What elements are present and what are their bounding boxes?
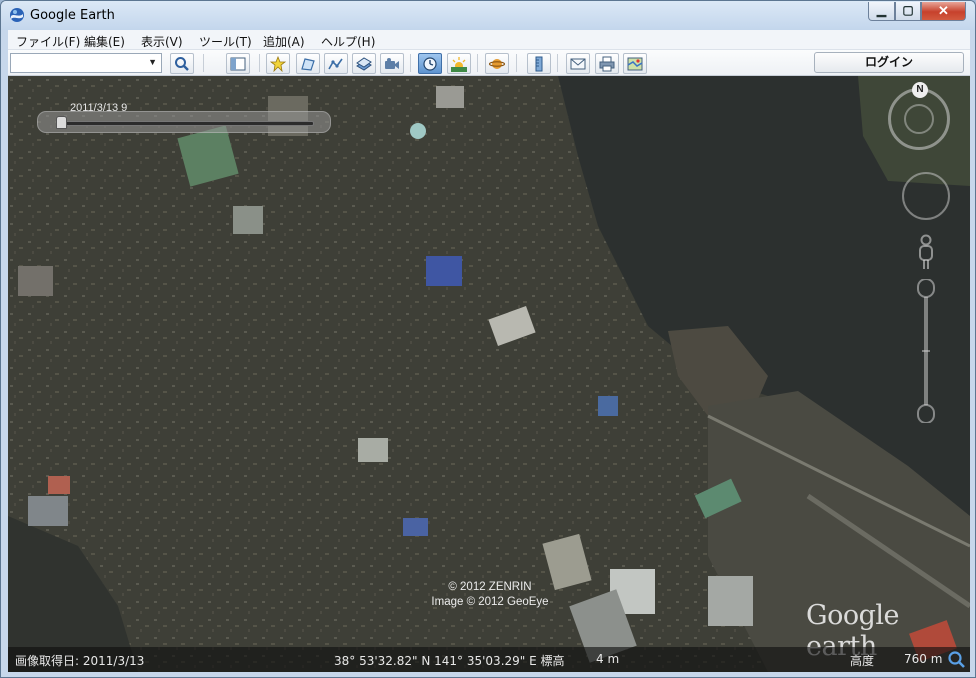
print-icon	[599, 56, 615, 72]
menu-bar: ファイル(F) 編集(E) 表示(V) ツール(T) 追加(A) ヘルプ(H)	[8, 30, 970, 50]
toolbar-separator	[203, 54, 204, 72]
view-in-maps-icon	[627, 57, 643, 71]
menu-edit[interactable]: 編集(E)	[84, 33, 125, 50]
search-button[interactable]	[170, 53, 194, 74]
imagery-copyright: © 2012 ZENRIN Image © 2012 GeoEye	[420, 580, 560, 610]
coordinates-readout: 38° 53'32.82" N 141° 35'03.29" E 標高	[334, 654, 565, 668]
zoom-slider[interactable]	[915, 279, 937, 423]
login-button[interactable]: ログイン	[814, 52, 964, 73]
menu-file[interactable]: ファイル(F)	[16, 33, 80, 50]
altitude-value: 760 m	[904, 652, 943, 666]
add-polygon-button[interactable]	[296, 53, 320, 74]
add-image-overlay-icon	[356, 57, 372, 71]
ruler-icon	[535, 56, 543, 72]
toolbar-separator	[477, 54, 478, 72]
toolbar-separator	[259, 54, 260, 72]
email-button[interactable]	[566, 53, 590, 74]
toolbar-separator	[557, 54, 558, 72]
toolbar-separator	[410, 54, 411, 72]
copyright-zenrin: © 2012 ZENRIN	[448, 581, 532, 593]
time-slider-track[interactable]	[58, 121, 314, 126]
add-path-button[interactable]	[324, 53, 348, 74]
earth-map-view[interactable]: 2011/3/13 9 N © 2012 ZENRIN Image © 2012…	[8, 76, 970, 672]
close-icon: ✕	[938, 3, 949, 18]
planets-button[interactable]	[485, 53, 509, 74]
sidebar-toggle-icon	[230, 57, 246, 71]
menu-view[interactable]: 表示(V)	[141, 33, 183, 50]
pegman-icon[interactable]	[916, 234, 936, 272]
sunlight-button[interactable]	[447, 53, 471, 74]
streaming-indicator-icon	[948, 651, 965, 668]
time-slider-date: 2011/3/13 9	[70, 102, 128, 114]
north-indicator[interactable]: N	[912, 82, 928, 98]
window-title: Google Earth	[30, 8, 115, 23]
maximize-icon: ▢	[902, 3, 914, 17]
email-icon	[570, 58, 586, 70]
record-tour-button[interactable]	[380, 53, 404, 74]
sidebar-toggle-button[interactable]	[226, 53, 250, 74]
print-button[interactable]	[595, 53, 619, 74]
search-combo[interactable]: ▼	[10, 53, 162, 73]
status-bar: 画像取得日: 2011/3/13 38° 53'32.82" N 141° 35…	[8, 647, 970, 672]
menu-help[interactable]: ヘルプ(H)	[321, 33, 375, 50]
close-button[interactable]: ✕	[921, 2, 966, 21]
title-bar[interactable]: Google Earth ▁ ▢ ✕	[1, 1, 975, 30]
chevron-down-icon[interactable]: ▼	[148, 57, 157, 67]
add-image-overlay-button[interactable]	[352, 53, 376, 74]
historical-imagery-icon	[423, 57, 437, 71]
add-placemark-icon	[270, 56, 286, 72]
window-frame-left	[1, 30, 8, 672]
search-icon	[175, 57, 189, 71]
sunlight-icon	[451, 57, 467, 72]
planets-icon	[489, 59, 505, 69]
toolbar-separator	[516, 54, 517, 72]
menu-tools[interactable]: ツール(T)	[199, 33, 252, 50]
ruler-button[interactable]	[527, 53, 551, 74]
copyright-geoeye: Image © 2012 GeoEye	[431, 596, 549, 608]
view-in-maps-button[interactable]	[623, 53, 647, 74]
time-slider-thumb[interactable]	[56, 116, 67, 129]
google-earth-window: Google Earth ▁ ▢ ✕ ファイル(F) 編集(E) 表示(V) ツ…	[0, 0, 976, 678]
elevation-value: 4 m	[596, 652, 620, 666]
maximize-button[interactable]: ▢	[895, 2, 921, 21]
record-tour-icon	[385, 58, 399, 69]
add-placemark-button[interactable]	[266, 53, 290, 74]
altitude-label: 高度	[850, 654, 875, 668]
menu-add[interactable]: 追加(A)	[263, 33, 305, 50]
window-frame-bottom	[1, 672, 975, 677]
historical-imagery-button[interactable]	[418, 53, 442, 74]
add-path-icon	[328, 58, 343, 70]
historical-imagery-slider[interactable]	[37, 111, 331, 133]
google-earth-app-icon	[10, 8, 24, 22]
minimize-button[interactable]: ▁	[868, 2, 895, 21]
add-polygon-icon	[301, 58, 315, 71]
compass-ring[interactable]: N	[888, 82, 950, 150]
move-joystick[interactable]	[902, 172, 950, 220]
minimize-icon: ▁	[876, 3, 887, 17]
toolbar: ▼ ログイン	[8, 50, 970, 76]
look-joystick[interactable]	[904, 104, 934, 134]
imagery-date: 画像取得日: 2011/3/13	[15, 654, 145, 668]
window-frame-right	[970, 30, 975, 672]
